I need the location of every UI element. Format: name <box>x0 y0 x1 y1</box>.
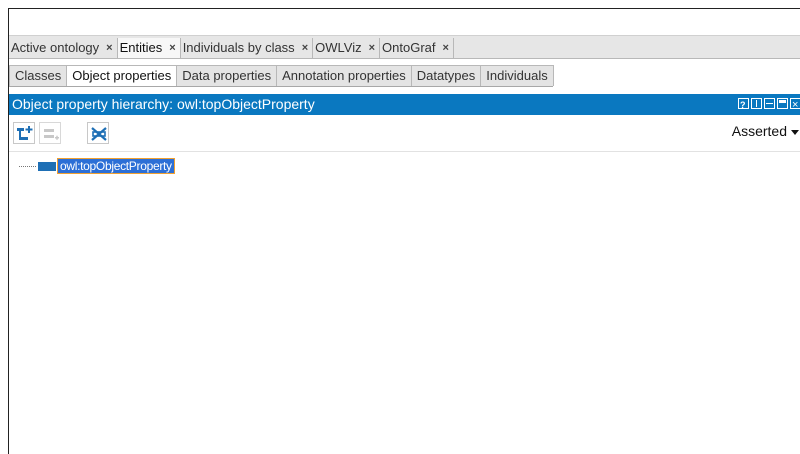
view-title: Object property hierarchy: owl:topObject… <box>12 96 315 112</box>
protege-window: Active ontology × Entities × Individuals… <box>8 8 800 454</box>
mode-select-value: Asserted <box>731 123 787 139</box>
tab-ontograf[interactable]: OntoGraf × <box>380 38 454 58</box>
close-icon[interactable]: × <box>302 38 308 58</box>
main-tab-strip: Active ontology × Entities × Individuals… <box>9 35 800 59</box>
view-controls <box>738 95 800 116</box>
delete-property-icon <box>91 127 107 141</box>
close-icon[interactable]: × <box>369 38 375 58</box>
chevron-down-icon <box>791 129 799 135</box>
entity-sub-tab-strip: Classes Object properties Data propertie… <box>9 65 554 87</box>
tab-individuals-by-class[interactable]: Individuals by class × <box>181 38 314 58</box>
close-icon[interactable]: × <box>443 38 449 58</box>
view-toolbar: Asserted <box>9 120 800 150</box>
subtab-annotation-properties[interactable]: Annotation properties <box>276 65 412 86</box>
subtab-data-properties[interactable]: Data properties <box>176 65 278 86</box>
tree-connector-line <box>19 165 36 167</box>
subtab-classes[interactable]: Classes <box>9 65 68 86</box>
tab-owlviz[interactable]: OWLViz × <box>313 38 381 58</box>
tab-label: Individuals by class <box>182 40 295 55</box>
split-horizontal-icon[interactable] <box>764 98 775 109</box>
tree-node-top-object-property[interactable]: owl:topObjectProperty <box>19 158 175 174</box>
add-sibling-property-button[interactable] <box>39 122 61 144</box>
subtab-individuals[interactable]: Individuals <box>480 65 554 86</box>
tab-label: OntoGraf <box>382 40 436 55</box>
add-sibling-property-icon <box>44 129 59 140</box>
view-title-bar: Object property hierarchy: owl:topObject… <box>9 94 800 116</box>
tree-node-label[interactable]: owl:topObjectProperty <box>57 158 175 174</box>
hierarchy-mode-select[interactable]: Asserted <box>732 123 800 139</box>
delete-property-button[interactable] <box>87 122 109 144</box>
close-view-icon[interactable] <box>790 95 800 116</box>
help-icon[interactable] <box>738 95 749 116</box>
close-icon[interactable]: × <box>106 38 112 58</box>
tab-entities[interactable]: Entities × <box>117 38 181 58</box>
close-icon[interactable]: × <box>169 38 175 58</box>
toolbar-divider <box>9 151 800 152</box>
split-vertical-icon[interactable] <box>751 98 762 109</box>
maximize-icon[interactable] <box>777 98 788 109</box>
object-property-icon <box>38 161 56 171</box>
tab-label: OWLViz <box>315 40 362 55</box>
add-sub-property-button[interactable] <box>13 122 35 144</box>
subtab-object-properties[interactable]: Object properties <box>66 65 178 86</box>
add-sub-property-icon <box>17 126 33 140</box>
subtab-datatypes[interactable]: Datatypes <box>410 65 482 86</box>
tab-active-ontology[interactable]: Active ontology × <box>9 38 118 58</box>
tab-label: Entities <box>119 40 163 55</box>
tab-label: Active ontology <box>11 40 100 55</box>
